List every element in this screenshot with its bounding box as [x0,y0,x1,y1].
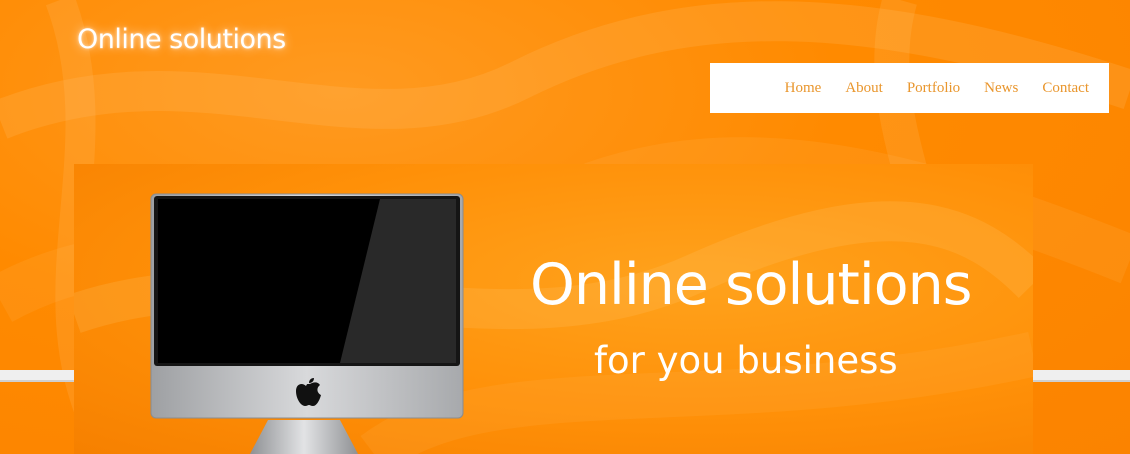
imac-icon [150,193,464,454]
nav-portfolio[interactable]: Portfolio [907,80,960,97]
nav-home[interactable]: Home [785,80,822,97]
nav-contact[interactable]: Contact [1042,80,1089,97]
nav-news[interactable]: News [984,80,1018,97]
banner-subtitle: for you business [594,339,898,382]
nav-about[interactable]: About [845,80,883,97]
main-nav: Home About Portfolio News Contact [710,63,1109,113]
banner-title: Online solutions [530,252,972,318]
site-logo[interactable]: Online solutions [77,24,286,55]
divider-stripe-left [0,370,74,382]
hero-banner: Online solutions for you business [74,164,1033,454]
divider-stripe-right [1033,370,1130,382]
